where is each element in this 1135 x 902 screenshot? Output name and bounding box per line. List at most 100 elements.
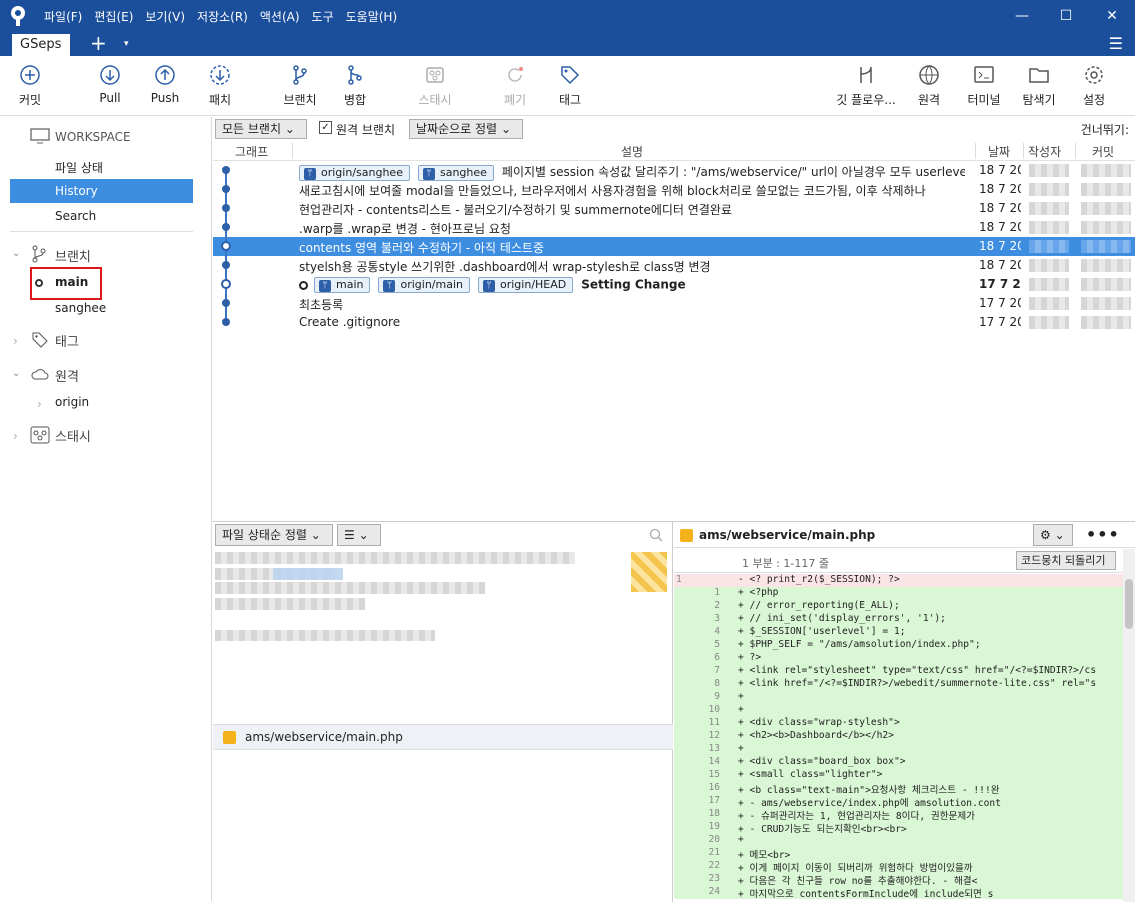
column-separator[interactable] <box>1075 143 1076 159</box>
menu-tools[interactable]: 도구 <box>312 8 334 25</box>
diff-line-added[interactable]: 3 + // ini_set('display_errors', '1'); <box>674 613 1135 626</box>
diff-line-added[interactable]: 8 + <link href="/<?=$INDIR?>/webedit/summ… <box>674 678 1135 691</box>
tab-dropdown-button[interactable]: ▾ <box>124 31 129 58</box>
commit-row-selected[interactable]: contents 영역 불러와 수정하기 - 아직 테스트중 18 7 20 <box>213 237 1135 256</box>
menu-actions[interactable]: 액션(A) <box>260 8 300 25</box>
chevron-right-icon[interactable]: › <box>13 429 18 443</box>
commit-row[interactable]: 새로고침시에 보여줄 modal을 만들었으나, 브라우저에서 사용자경험을 위… <box>213 180 1135 199</box>
scrollbar-thumb[interactable] <box>1125 579 1133 629</box>
diff-line-removed[interactable]: 1 - <? print_r2($_SESSION); ?> <box>674 574 1135 587</box>
hamburger-menu-icon[interactable]: ☰ <box>1109 31 1123 56</box>
diff-line-added[interactable]: 1 + <?php <box>674 587 1135 600</box>
diff-line-added[interactable]: 21 + 메모<br> <box>674 847 1135 860</box>
diff-line-added[interactable]: 7 + <link rel="stylesheet" type="text/css… <box>674 665 1135 678</box>
branch-tag[interactable]: ᛘ main <box>314 277 371 293</box>
column-commit[interactable]: 커밋 <box>1092 143 1114 160</box>
menu-edit[interactable]: 편집(E) <box>94 8 133 25</box>
maximize-button[interactable]: ☐ <box>1044 4 1088 28</box>
commit-row[interactable]: styelsh용 공통style 쓰기위한 .dashboard에서 wrap-… <box>213 256 1135 275</box>
diff-line-added[interactable]: 14 + <div class="board_box box"> <box>674 756 1135 769</box>
diff-line-added[interactable]: 16 + <b class="text-main">요청사항_체크리스트 - !!… <box>674 782 1135 795</box>
diff-line-added[interactable]: 6 + ?> <box>674 652 1135 665</box>
commit-row[interactable]: 최초등록 17 7 20 <box>213 294 1135 313</box>
column-separator[interactable] <box>975 143 976 159</box>
diff-line-added[interactable]: 4 + $_SESSION['userlevel'] = 1; <box>674 626 1135 639</box>
settings-button[interactable]: 설정 <box>1066 64 1122 108</box>
commit-row[interactable]: Create .gitignore 17 7 20 <box>213 313 1135 332</box>
sidebar-item-search[interactable]: Search <box>55 209 96 223</box>
commit-row[interactable]: .warp를 .wrap로 변경 - 현아프로님 요청 18 7 20 <box>213 218 1135 237</box>
explorer-button[interactable]: 탐색기 <box>1011 64 1067 108</box>
column-separator[interactable] <box>1023 143 1024 159</box>
diff-line-added[interactable]: 22 + 이게 페이지 이동이 되버리까 위험하다 방법이있을까 <box>674 860 1135 873</box>
sort-dropdown[interactable]: 날짜순으로 정렬 ⌄ <box>409 119 523 139</box>
tags-title[interactable]: 태그 <box>55 331 79 350</box>
view-mode-dropdown[interactable]: ☰ ⌄ <box>337 524 381 546</box>
column-date[interactable]: 날짜 <box>988 143 1010 160</box>
file-sort-dropdown[interactable]: 파일 상태순 정렬 ⌄ <box>215 524 333 546</box>
stash-title[interactable]: 스태시 <box>55 426 91 445</box>
branches-title[interactable]: 브랜치 <box>55 246 91 265</box>
discard-button[interactable]: 폐기 <box>487 64 543 108</box>
menu-repository[interactable]: 저장소(R) <box>197 8 248 25</box>
branch-tag[interactable]: ᛘ origin/HEAD <box>478 277 574 293</box>
column-graph[interactable]: 그래프 <box>235 143 268 160</box>
stash-button[interactable]: 스태시 <box>407 64 463 108</box>
remote-branches-checkbox[interactable]: ✓ <box>319 121 332 134</box>
sidebar-item-file-status[interactable]: 파일 상태 <box>55 159 103 176</box>
diff-line-added[interactable]: 9 + <box>674 691 1135 704</box>
sidebar-item-history-selected[interactable] <box>10 179 193 203</box>
diff-line-added[interactable]: 15 + <small class="lighter"> <box>674 769 1135 782</box>
all-branches-dropdown[interactable]: 모든 브랜치 ⌄ <box>215 119 307 139</box>
diff-line-added[interactable]: 17 + - ams/webservice/index.php에 amsoluti… <box>674 795 1135 808</box>
diff-options-dropdown[interactable]: ⚙ ⌄ <box>1033 524 1073 546</box>
diff-line-added[interactable]: 12 + <h2><b>Dashboard</b></h2> <box>674 730 1135 743</box>
diff-line-added[interactable]: 11 + <div class="wrap-stylesh"> <box>674 717 1135 730</box>
column-separator[interactable] <box>292 143 293 159</box>
scrollbar[interactable] <box>1123 549 1135 902</box>
file-list-item[interactable]: ams/webservice/main.php <box>213 724 673 750</box>
close-button[interactable]: ✕ <box>1090 4 1134 28</box>
diff-line-added[interactable]: 18 + - 슈퍼관리자는 1, 현업관리자는 8이다, 권한문제가 <box>674 808 1135 821</box>
terminal-button[interactable]: 터미널 <box>956 64 1012 108</box>
diff-line-added[interactable]: 20 + <box>674 834 1135 847</box>
commit-row[interactable]: ᛘ main ᛘ origin/main ᛘ origin/HEAD Setting Cha… <box>213 275 1135 294</box>
push-button[interactable]: Push <box>137 64 193 105</box>
column-author[interactable]: 작성자 <box>1028 143 1061 160</box>
diff-line-added[interactable]: 24 + 마지막으로 contentsFormInclude에 include되면… <box>674 886 1135 899</box>
git-flow-button[interactable]: 깃 플로우... <box>830 64 902 108</box>
diff-line-added[interactable]: 13 + <box>674 743 1135 756</box>
tab-gseps[interactable]: GSeps <box>12 34 70 56</box>
branch-tag[interactable]: ᛘ origin/sanghee <box>299 164 410 181</box>
more-options-icon[interactable]: ••• <box>1086 525 1120 544</box>
branch-main[interactable]: main <box>55 275 88 289</box>
diff-line-added[interactable]: 23 + 다음은 각 친구들 row no를 추출해야한다. - 해결< <box>674 873 1135 886</box>
minimize-button[interactable]: — <box>1000 4 1044 28</box>
chevron-right-icon[interactable]: › <box>13 334 18 348</box>
search-icon[interactable] <box>649 528 663 542</box>
tag-button[interactable]: 태그 <box>542 64 598 108</box>
pull-button[interactable]: Pull <box>82 64 138 105</box>
commit-row[interactable]: 현업관리자 - contents리스트 - 불러오기/수정하기 및 summer… <box>213 199 1135 218</box>
diff-line-added[interactable]: 10 + <box>674 704 1135 717</box>
chevron-down-icon[interactable]: ⌄ <box>12 248 20 259</box>
menu-file[interactable]: 파일(F) <box>44 8 82 25</box>
branch-sanghee[interactable]: sanghee <box>55 301 106 315</box>
merge-button[interactable]: 병합 <box>327 64 383 108</box>
diff-line-added[interactable]: 5 + $PHP_SELF = "/ams/amsolution/index.ph… <box>674 639 1135 652</box>
chevron-down-icon[interactable]: ⌄ <box>12 368 20 379</box>
sidebar-item-history[interactable]: History <box>55 184 98 198</box>
menu-help[interactable]: 도움말(H) <box>346 8 398 25</box>
menu-view[interactable]: 보기(V) <box>145 8 185 25</box>
commit-button[interactable]: 커밋 <box>2 64 58 108</box>
column-description[interactable]: 설명 <box>621 143 643 160</box>
commit-row[interactable]: ᛘ origin/sanghee ᛘ sanghee 페이지별 session 속성값 … <box>213 161 1135 181</box>
new-tab-button[interactable]: + <box>90 31 107 56</box>
fetch-button[interactable]: 패치 <box>192 64 248 108</box>
remote-origin[interactable]: origin <box>55 395 89 409</box>
chevron-right-icon[interactable]: › <box>37 397 42 411</box>
branch-button[interactable]: 브랜치 <box>272 64 328 108</box>
remote-button[interactable]: 원격 <box>901 64 957 108</box>
branch-tag[interactable]: ᛘ origin/main <box>378 277 470 293</box>
revert-hunk-button[interactable]: 코드뭉치 되돌리기 <box>1016 551 1116 570</box>
